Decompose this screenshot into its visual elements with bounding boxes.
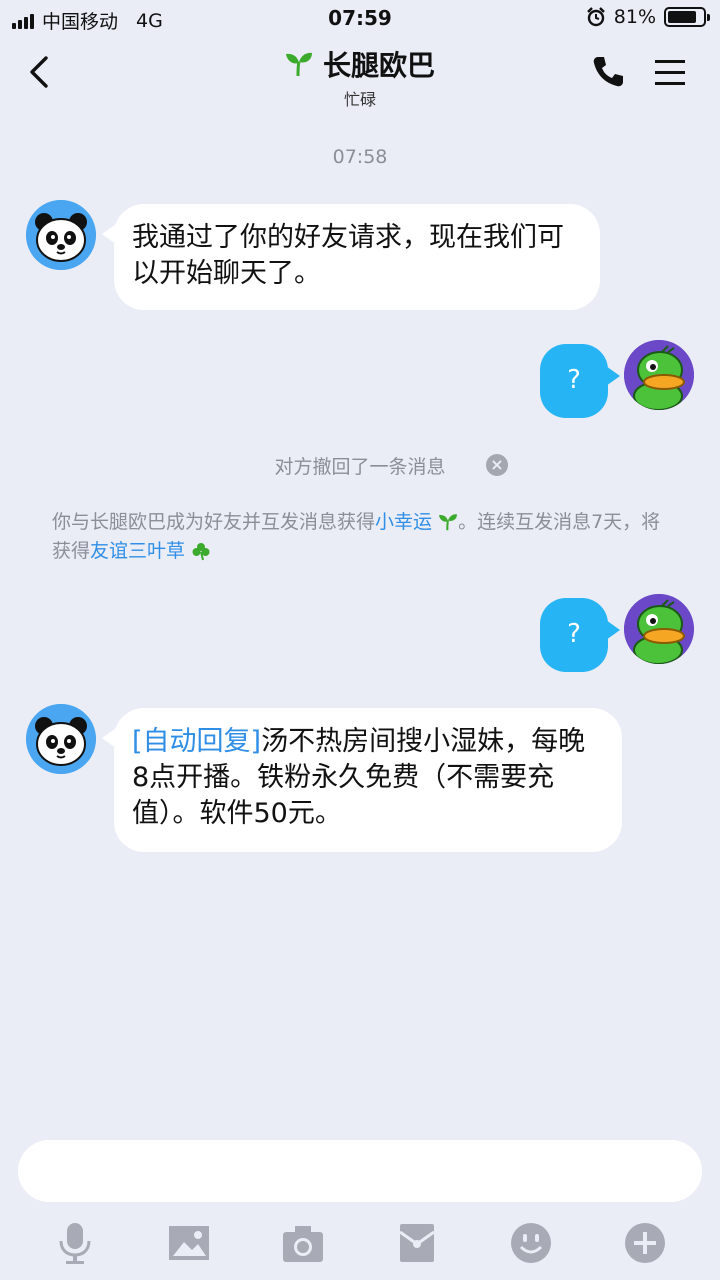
contact-name-text: 长腿欧巴 (322, 49, 435, 82)
avatar-self[interactable] (624, 594, 694, 664)
sprout-icon (439, 514, 458, 531)
input-bar (0, 1124, 720, 1280)
avatar-contact[interactable] (26, 200, 96, 270)
message-text: ? (567, 619, 581, 649)
duck-avatar-image (624, 340, 694, 410)
recall-notice: 对方撤回了一条消息 (274, 456, 446, 478)
sysnote-text-1: 你与长腿欧巴成为好友并互发消息获得 (52, 511, 376, 533)
mic-icon[interactable] (52, 1220, 98, 1266)
message-input[interactable] (18, 1140, 702, 1202)
message-text: 我通过了你的好友请求，现在我们可以开始聊天了。 (132, 222, 564, 289)
avatar-self[interactable] (624, 340, 694, 410)
close-icon[interactable]: × (486, 454, 508, 476)
duck-avatar-image (624, 594, 694, 664)
emoji-icon[interactable] (508, 1220, 554, 1266)
battery-icon (664, 7, 710, 27)
clover-link[interactable]: 友谊三叶草 (90, 540, 185, 562)
panda-avatar-image (26, 704, 96, 774)
little-luck-link[interactable]: 小幸运 (375, 511, 432, 533)
chat-header: 长腿欧巴 忙碌 (0, 36, 720, 112)
message-bubble-outgoing[interactable]: ? (540, 598, 620, 672)
message-text: ? (567, 365, 581, 395)
avatar-contact[interactable] (26, 704, 96, 774)
sprout-icon (285, 52, 312, 77)
camera-icon[interactable] (280, 1220, 326, 1266)
status-right: 81% (586, 6, 710, 28)
panda-avatar-image (26, 200, 96, 270)
menu-icon[interactable] (652, 56, 688, 90)
status-bar: 中国移动 4G 07:59 81% (0, 0, 720, 36)
auto-reply-tag: [自动回复] (132, 726, 262, 757)
message-timestamp: 07:58 (332, 146, 388, 168)
plus-icon[interactable] (622, 1220, 668, 1266)
contact-name[interactable]: 长腿欧巴 (285, 44, 435, 84)
alarm-icon (586, 7, 605, 27)
battery-percent: 81% (613, 6, 656, 28)
phone-icon[interactable] (590, 54, 626, 90)
message-bubble-incoming[interactable]: 我通过了你的好友请求，现在我们可以开始聊天了。 (102, 204, 600, 310)
friendship-system-note: 你与长腿欧巴成为好友并互发消息获得小幸运 。连续互发消息7天，将获得友谊三叶草 (52, 508, 672, 566)
clover-icon (192, 543, 210, 561)
message-bubble-incoming[interactable]: [自动回复]汤不热房间搜小湿妹，每晚8点开播。铁粉永久免费（不需要充值）。软件5… (102, 708, 622, 852)
red-packet-icon[interactable] (394, 1220, 440, 1266)
image-icon[interactable] (166, 1220, 212, 1266)
message-bubble-outgoing[interactable]: ? (540, 344, 620, 418)
